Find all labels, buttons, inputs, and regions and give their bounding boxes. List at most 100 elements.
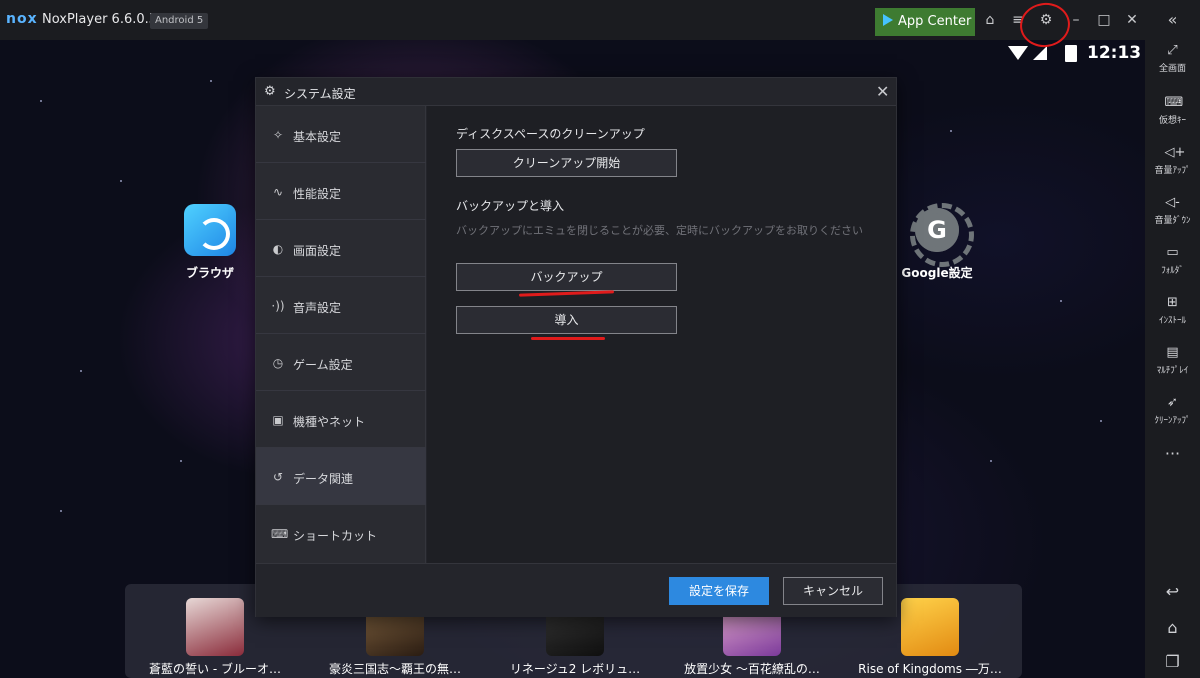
gamepad-icon: ◷: [272, 356, 284, 370]
star: [990, 460, 992, 462]
toolbar-volume-down[interactable]: ◁- 音量ﾀﾞｳﾝ: [1145, 195, 1200, 227]
browser-icon: [184, 204, 236, 256]
cancel-button[interactable]: キャンセル: [783, 577, 883, 605]
settings-menu: ✧ 基本設定 ∿ 性能設定 ◐ 画面設定 ·)) 音声設定 ◷ ゲーム設定 ▣ 機種やネット…: [256, 106, 426, 563]
dock-app-label: リネージュ2 レボリュ…: [509, 662, 641, 676]
import-annotation-underline: [531, 337, 605, 340]
browser-label: ブラウザ: [185, 266, 234, 280]
close-dialog-icon[interactable]: ✕: [876, 82, 889, 101]
play-store-icon: [883, 14, 893, 26]
right-toolbar: « ⤢ 全画面 ⌨ 仮想ｷｰ ◁+ 音量ｱｯﾌﾟ ◁- 音量ﾀﾞｳﾝ ▭ ﾌｫﾙﾀﾞ ⊞ ｲ…: [1145, 0, 1200, 678]
install-icon: ⊞: [1167, 295, 1178, 310]
maximize-icon[interactable]: □: [1095, 11, 1113, 29]
toolbar-label: 音量ｱｯﾌﾟ: [1154, 166, 1191, 176]
toolbar-folder[interactable]: ▭ ﾌｫﾙﾀﾞ: [1145, 245, 1200, 277]
puzzle-icon: ✧: [272, 128, 284, 142]
toolbar-fullscreen[interactable]: ⤢ 全画面: [1145, 43, 1200, 75]
app-thumbnail: [186, 598, 244, 656]
dialog-title: システム設定: [284, 87, 356, 101]
toolbar-volume-up[interactable]: ◁+ 音量ｱｯﾌﾟ: [1145, 145, 1200, 177]
nox-window: ブラウザ G Google設定 蒼藍の誓い - ブルーオ… 豪炎三国志〜覇王の無…: [0, 0, 1200, 678]
import-button[interactable]: 導入: [456, 306, 677, 334]
multi-instance-icon: ▤: [1166, 345, 1179, 360]
fullscreen-icon: ⤢: [1167, 43, 1178, 58]
home-icon[interactable]: ⌂: [1145, 618, 1200, 637]
backup-button[interactable]: バックアップ: [456, 263, 677, 291]
toolbar-multi-instance[interactable]: ▤ ﾏﾙﾁﾌﾟﾚｲ: [1145, 345, 1200, 377]
browser-app[interactable]: ブラウザ: [170, 204, 250, 281]
app-thumbnail: [901, 598, 959, 656]
dock-app-label: 蒼藍の誓い - ブルーオ…: [149, 662, 281, 676]
app-title: NoxPlayer 6.6.0.5: [42, 12, 158, 27]
gear-icon: ⚙: [264, 84, 276, 99]
device-icon: ▣: [272, 413, 284, 427]
backup-note: バックアップにエミュを閉じることが必要、定時にバックアップをお取りください: [456, 224, 863, 237]
toolbar-install[interactable]: ⊞ ｲﾝｽﾄｰﾙ: [1145, 295, 1200, 327]
menu-item-performance[interactable]: ∿ 性能設定: [256, 163, 426, 220]
sound-icon: ·)): [271, 299, 285, 313]
menu-item-device-network[interactable]: ▣ 機種やネット: [256, 391, 426, 448]
menu-item-shortcuts[interactable]: ⌨ ショートカット: [256, 505, 426, 562]
settings-content: ディスクスペースのクリーンアップ クリーンアップ開始 バックアップと導入 バック…: [427, 106, 896, 563]
palette-icon: ◐: [272, 242, 284, 256]
nox-logo: nox: [6, 11, 38, 27]
toolbar-label: ｸﾘｰﾝｱｯﾌﾟ: [1154, 416, 1191, 426]
star: [1060, 300, 1062, 302]
folder-icon: ▭: [1166, 245, 1179, 260]
cleanup-icon: ➶: [1167, 395, 1178, 410]
dialog-header: ⚙ システム設定 ✕: [256, 78, 896, 106]
star: [80, 370, 82, 372]
collapse-toolbar-icon[interactable]: «: [1145, 10, 1200, 29]
dialog-footer: 設定を保存 キャンセル: [256, 563, 896, 617]
recent-apps-icon[interactable]: ❐: [1145, 652, 1200, 671]
close-window-icon[interactable]: ✕: [1123, 11, 1141, 29]
star: [180, 460, 182, 462]
menu-item-game[interactable]: ◷ ゲーム設定: [256, 334, 426, 391]
save-settings-button[interactable]: 設定を保存: [669, 577, 769, 605]
dock-app-label: 放置少女 〜百花繚乱の…: [684, 662, 820, 676]
dock-app-label: 豪炎三国志〜覇王の無…: [328, 662, 461, 676]
menu-item-audio[interactable]: ·)) 音声設定: [256, 277, 426, 334]
star: [40, 100, 42, 102]
cleanup-start-button[interactable]: クリーンアップ開始: [456, 149, 677, 177]
google-settings-icon: G: [910, 203, 974, 267]
history-icon: ↺: [272, 470, 284, 484]
toolbar-label: ｲﾝｽﾄｰﾙ: [1158, 316, 1186, 326]
menu-item-label: 性能設定: [293, 187, 342, 201]
toolbar-label: 仮想ｷｰ: [1158, 116, 1186, 126]
toolbar-virtual-keys[interactable]: ⌨ 仮想ｷｰ: [1145, 95, 1200, 127]
dock-app-label: Rise of Kingdoms ―万…: [858, 662, 1002, 676]
toolbar-label: ﾌｫﾙﾀﾞ: [1161, 266, 1184, 276]
star: [120, 180, 122, 182]
keyboard-icon: ⌨: [1164, 95, 1184, 110]
menu-item-label: ショートカット: [293, 529, 378, 543]
toolbar-cleanup[interactable]: ➶ ｸﾘｰﾝｱｯﾌﾟ: [1145, 395, 1200, 427]
volume-up-icon: ◁+: [1164, 145, 1186, 160]
menu-item-label: 機種やネット: [293, 415, 366, 429]
cleanup-section-title: ディスクスペースのクリーンアップ: [456, 127, 645, 141]
menu-item-label: 画面設定: [293, 244, 342, 258]
menu-item-label: 基本設定: [293, 130, 342, 144]
menu-item-label: 音声設定: [293, 301, 342, 315]
star: [210, 80, 212, 82]
volume-down-icon: ◁-: [1165, 195, 1180, 210]
toolbar-label: 音量ﾀﾞｳﾝ: [1154, 216, 1191, 226]
theme-shirt-icon[interactable]: ⌂: [981, 11, 999, 29]
menu-item-display[interactable]: ◐ 画面設定: [256, 220, 426, 277]
menu-item-data[interactable]: ↺ データ関連: [256, 448, 426, 505]
menu-item-label: データ関連: [293, 472, 354, 486]
android-version-badge: Android 5: [150, 13, 209, 29]
toolbar-label: ﾏﾙﾁﾌﾟﾚｲ: [1156, 366, 1189, 376]
clock: 12:13: [1087, 43, 1142, 63]
menu-item-basic[interactable]: ✧ 基本設定: [256, 106, 426, 163]
google-settings-app[interactable]: G Google設定: [897, 203, 977, 281]
star: [60, 510, 62, 512]
app-center-button[interactable]: App Center: [875, 8, 975, 36]
star: [950, 130, 952, 132]
back-icon[interactable]: ↩: [1145, 582, 1200, 601]
signal-icon: [1033, 46, 1047, 60]
backup-section-title: バックアップと導入: [456, 199, 565, 213]
more-icon[interactable]: ···: [1145, 444, 1200, 463]
android-status-bar: 12:13: [1005, 43, 1142, 64]
backup-annotation-underline: [518, 290, 615, 297]
